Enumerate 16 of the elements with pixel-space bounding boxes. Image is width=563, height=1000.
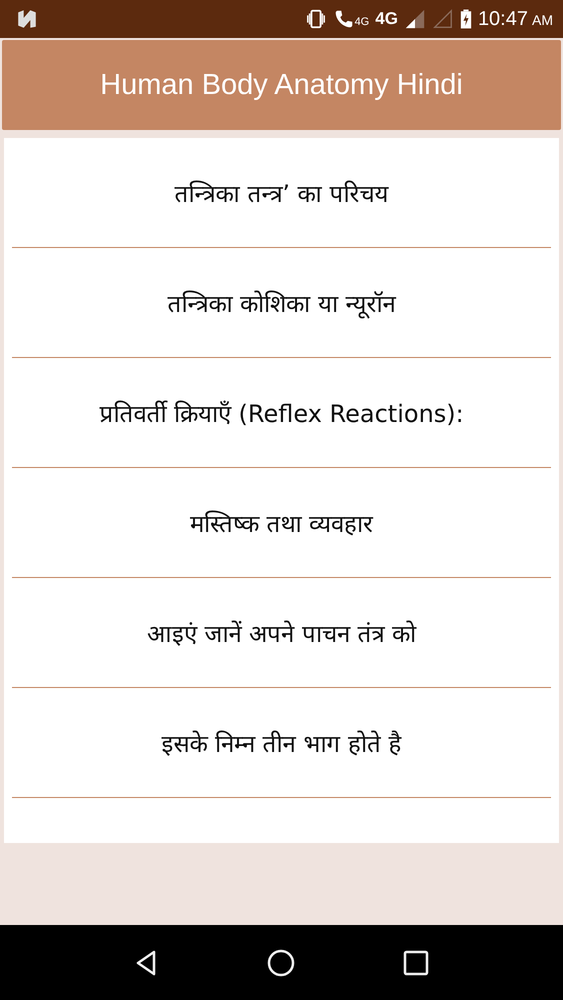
topic-item[interactable]: तन्त्रिका तन्त्र’ का परिचय <box>174 176 388 209</box>
network-type-label: 4G <box>354 16 370 28</box>
signal-icon <box>432 8 454 30</box>
topic-item[interactable]: इसके निम्न तीन भाग होते है <box>161 726 402 759</box>
network-type-label: 4G <box>375 9 398 29</box>
home-icon[interactable] <box>266 948 296 978</box>
topic-item[interactable]: प्रतिवर्ती क्रियाएँ (Reflex Reactions): <box>99 396 464 429</box>
topic-item[interactable]: तन्त्रिका कोशिका या न्यूरॉन <box>168 286 396 319</box>
topic-item[interactable]: मस्तिष्क तथा व्यवहार <box>190 506 374 539</box>
topic-item[interactable]: आइएं जानें अपने पाचन तंत्र को <box>146 616 416 649</box>
vibrate-icon <box>304 8 327 30</box>
battery-charging-icon <box>460 8 472 30</box>
clock-time: 10:47 AM <box>478 8 553 30</box>
signal-icon <box>404 8 426 30</box>
app-title: Human Body Anatomy Hindi <box>100 68 463 102</box>
notification-icon <box>16 8 38 30</box>
